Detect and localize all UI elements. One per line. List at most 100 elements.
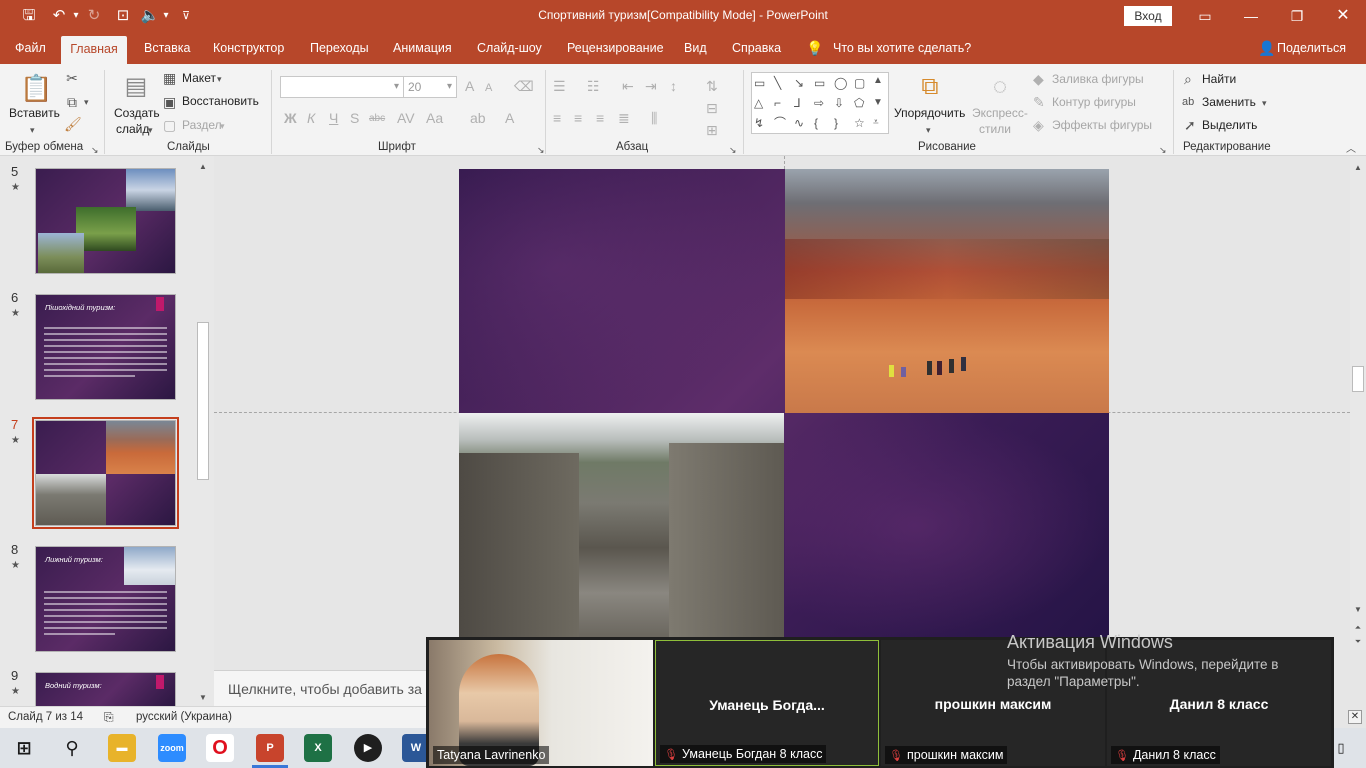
underline-icon[interactable]: Ч [329,110,338,126]
slide-scrollbar[interactable]: ▲ ▼ ⏶ ⏷ [1350,156,1366,650]
quick-styles-button[interactable]: Экспресс- [972,106,1028,120]
scroll-down-icon[interactable]: ▼ [197,690,209,706]
font-size-combo[interactable]: 20 ▾ [403,76,457,98]
arrange-button[interactable]: Упорядочить [894,106,965,120]
share-button[interactable]: Поделиться [1277,32,1346,64]
section-button[interactable]: Раздел [182,118,222,132]
align-text-icon[interactable]: ⊟ [706,100,718,116]
replace-dropdown-icon[interactable]: ▾ [1262,95,1267,111]
restore-icon[interactable]: ❐ [1282,4,1312,28]
media-player-icon[interactable]: ▶ [354,734,382,762]
tab-design[interactable]: Конструктор [213,32,284,64]
find-button[interactable]: Найти [1202,72,1236,86]
slide-thumbnail-8[interactable]: Лижний туризм: [35,546,176,652]
smartart-icon[interactable]: ⊞ [706,122,718,138]
scroll-up-icon[interactable]: ▲ [1352,160,1364,176]
line-spacing-icon[interactable]: ↕ [670,78,677,94]
shapes-gallery[interactable]: ▭ ╲ ↘ ▭ ◯ ▢ △ ⌐ ⅃ ⇨ ⇩ ⬠ ↯ ⌒ ∿ { } ☆ ▲ ▼ … [751,72,889,134]
shape-outline-button[interactable]: Контур фигуры [1052,95,1136,109]
ribbon-display-icon[interactable]: ▭ [1190,4,1220,28]
tab-review[interactable]: Рецензирование [567,32,664,64]
down-arrow-shape-icon[interactable]: ⇩ [834,95,844,111]
shape-fill-button[interactable]: Заливка фигуры [1052,72,1144,86]
tab-insert[interactable]: Вставка [144,32,190,64]
bold-icon[interactable]: Ж [284,110,297,126]
current-slide[interactable] [459,169,1109,638]
new-slide-button[interactable]: Создать [114,106,160,120]
text-direction-icon[interactable]: ⇅ [706,78,718,94]
slide-thumbnail-5[interactable] [35,168,176,274]
new-slide-icon[interactable]: ▤ [120,72,152,102]
tab-animations[interactable]: Анимация [393,32,452,64]
paste-icon[interactable]: 📋 [20,72,52,104]
opera-icon[interactable]: O [206,734,234,762]
star-shape-icon[interactable]: ☆ [854,115,865,131]
scroll-up-icon[interactable]: ▲ [197,159,209,175]
tab-transitions[interactable]: Переходы [310,32,369,64]
textbox-shape-icon[interactable]: ▭ [754,75,765,91]
bullets-icon[interactable]: ☰ [553,78,566,94]
rectangle-shape-icon[interactable]: ▭ [814,75,825,91]
decrease-font-icon[interactable]: A [485,80,492,96]
gallery-up-icon[interactable]: ▲ [873,73,883,89]
shape-effects-button[interactable]: Эффекты фигуры [1052,118,1152,132]
quick-styles-icon[interactable]: ◌ [984,72,1016,102]
powerpoint-icon[interactable]: P [256,734,284,762]
slide-thumbnail-6[interactable]: Пішохідний туризм: [35,294,176,400]
connector-shape-icon[interactable]: ⌐ [774,95,781,111]
notification-icon[interactable]: ▯ [1334,734,1348,762]
notes-pane[interactable]: Щелкните, чтобы добавить за [214,670,428,706]
increase-indent-icon[interactable]: ⇥ [645,78,657,94]
strikethrough-icon[interactable]: abc [369,111,385,127]
freeform-shape-icon[interactable]: ↯ [754,115,764,131]
tab-slideshow[interactable]: Слайд-шоу [477,32,542,64]
thumbnail-scrollbar[interactable]: ▲ ▼ [196,158,210,704]
slide-thumbnail-7[interactable] [35,420,176,526]
align-center-icon[interactable]: ≡ [574,110,582,126]
close-small-icon[interactable]: ✕ [1348,710,1362,724]
tab-help[interactable]: Справка [732,32,781,64]
arc-shape-icon[interactable]: ⌒ [774,115,786,131]
left-brace-shape-icon[interactable]: { [814,115,818,131]
layout-dropdown-icon[interactable]: ▾ [217,71,222,87]
numbering-icon[interactable]: ☷ [587,78,600,94]
tab-file[interactable]: Файл [15,32,46,64]
font-color-icon[interactable]: A [505,110,514,126]
scroll-thumb[interactable] [197,322,209,480]
copy-dropdown-icon[interactable]: ▾ [84,94,89,110]
rocky-canyon-photo[interactable] [459,413,784,638]
paste-button[interactable]: Вставить [9,106,60,120]
close-icon[interactable]: ✕ [1328,4,1358,28]
zoom-video-self[interactable]: Tatyana Lavrinenko [429,640,653,766]
cut-icon[interactable]: ✂ [64,70,80,86]
search-icon[interactable]: ⚲ [58,734,86,762]
columns-icon[interactable]: ⫼ [651,110,657,126]
windows-start-icon[interactable]: ⊞ [10,734,38,762]
section-dropdown-icon[interactable]: ▾ [220,118,225,134]
clear-format-icon[interactable]: ⌫ [514,78,534,94]
zoom-app-icon[interactable]: zoom [158,734,186,762]
spellcheck-icon[interactable]: ⎘ [104,710,114,725]
scroll-down-icon[interactable]: ▼ [1352,602,1364,618]
increase-font-icon[interactable]: A [465,78,474,94]
arrange-dropdown-icon[interactable]: ▾ [926,122,931,138]
paste-dropdown-icon[interactable]: ▾ [30,122,35,138]
slide-thumbnail-9[interactable]: Водний туризм: [35,672,176,706]
red-mountains-hikers-photo[interactable] [785,169,1109,413]
char-spacing-icon[interactable]: AV [397,110,415,126]
gallery-down-icon[interactable]: ▼ [873,95,883,111]
arrange-icon[interactable]: ⧉ [914,72,946,102]
change-case-icon[interactable]: Aa [426,110,443,126]
right-arrow-shape-icon[interactable]: ⇨ [814,95,824,111]
align-right-icon[interactable]: ≡ [596,110,604,126]
shadow-icon[interactable]: S [350,110,359,126]
format-painter-icon[interactable]: 🖌 [64,116,82,132]
tell-me-search[interactable]: Что вы хотите сделать? [833,32,971,64]
line-shape-icon[interactable]: ╲ [774,75,781,91]
scroll-thumb[interactable] [1352,366,1364,392]
rounded-rect-shape-icon[interactable]: ▢ [854,75,865,91]
reset-button[interactable]: Восстановить [182,94,259,108]
copy-icon[interactable]: ⧉ [64,94,80,110]
language-indicator[interactable]: русский (Украина) [136,711,232,723]
gallery-more-icon[interactable]: ⩡ [873,115,879,131]
